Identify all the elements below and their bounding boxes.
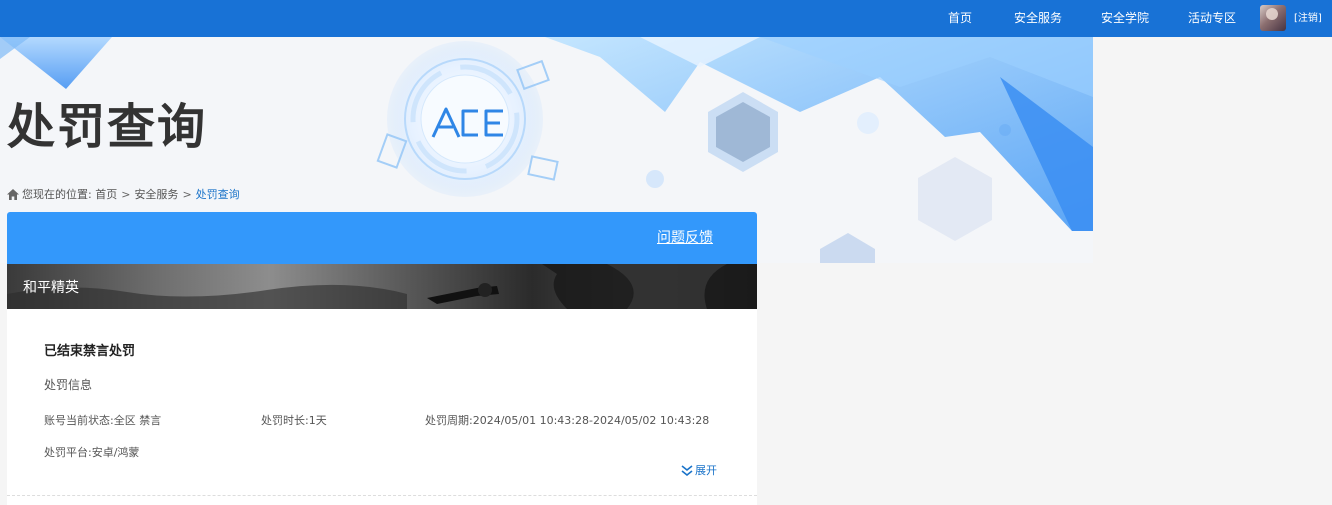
breadcrumb-separator: > [182,188,192,201]
game-banner: 和平精英 [7,264,757,309]
nav-activity-zone[interactable]: 活动专区 [1188,0,1236,37]
card-header: 问题反馈 [7,212,757,264]
avatar[interactable] [1260,5,1286,31]
expand-label: 展开 [695,464,717,477]
feedback-link[interactable]: 问题反馈 [657,227,713,247]
penalty-platform: 处罚平台:安卓/鸿蒙 [44,446,140,459]
home-icon [7,189,19,200]
breadcrumb-prefix: 您现在的位置: [22,188,92,201]
page-title: 处罚查询 [7,99,208,155]
card-divider [7,495,757,496]
breadcrumb-separator: > [121,188,131,201]
game-name: 和平精英 [23,280,79,296]
nav-security-academy[interactable]: 安全学院 [1101,0,1149,37]
logout-link[interactable]: [注销] [1294,0,1322,37]
breadcrumb-current: 处罚查询 [195,188,240,201]
nav-security-service[interactable]: 安全服务 [1014,0,1062,37]
game-banner-art [7,264,757,309]
nav-home[interactable]: 首页 [948,0,972,37]
breadcrumb-security-service[interactable]: 安全服务 [134,188,178,201]
penalty-duration: 处罚时长:1天 [261,414,327,427]
breadcrumb: 您现在的位置: 首页 > 安全服务 > 处罚查询 [7,186,240,204]
penalty-info-label: 处罚信息 [44,378,93,392]
penalty-period: 处罚周期:2024/05/01 10:43:28-2024/05/02 10:4… [425,414,710,427]
penalty-card: 问题反馈 和平精英 已结束禁言处罚 处罚信息 账号当前状态:全区 禁言 处罚时长… [7,212,757,505]
breadcrumb-home[interactable]: 首页 [95,188,117,201]
expand-button[interactable]: 展开 [681,462,717,478]
account-status: 账号当前状态:全区 禁言 [44,414,162,427]
penalty-status-title: 已结束禁言处罚 [44,344,136,359]
double-chevron-down-icon [681,465,693,477]
